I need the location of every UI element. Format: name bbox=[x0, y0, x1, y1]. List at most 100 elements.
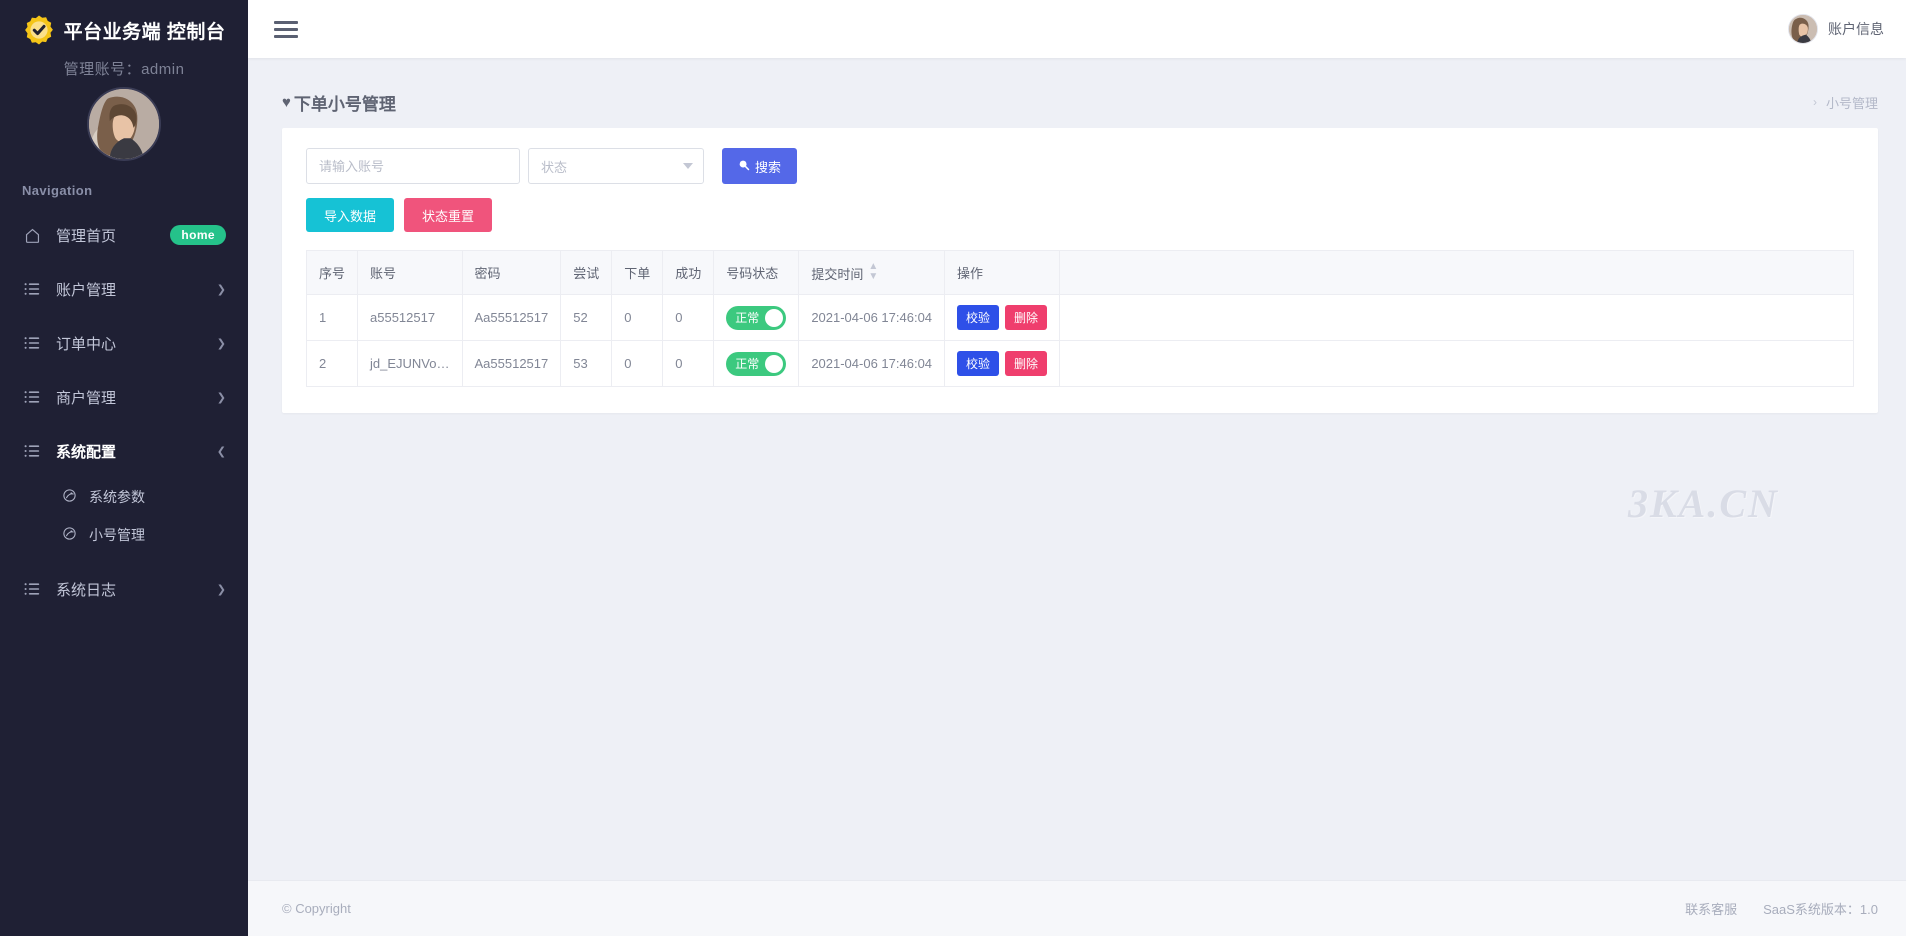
cell-submit-time: 2021-04-06 17:46:04 bbox=[798, 294, 946, 341]
status-select[interactable]: 状态 bbox=[528, 148, 704, 184]
heart-icon: ♥ bbox=[282, 93, 291, 111]
accounts-table: 序号 账号 密码 尝试 下单 成功 号码状态 提交时间 ▲ ▼ 操作 1 a55… bbox=[305, 250, 1854, 387]
chevron-right-icon: ❯ bbox=[216, 583, 226, 596]
breadcrumb-current: 小号管理 bbox=[1825, 95, 1878, 111]
app-root: 平台业务端 控制台 管理账号：admin Navigation 管理首页 hom… bbox=[0, 0, 1906, 936]
list-icon bbox=[24, 581, 42, 597]
topbar: 账户信息 bbox=[248, 0, 1906, 58]
sort-updown-icon[interactable]: ▲ ▼ bbox=[868, 262, 878, 282]
verify-button[interactable]: 校验 bbox=[957, 351, 1000, 376]
cell-success: 0 bbox=[662, 340, 715, 387]
sidebar-item-label: 账户管理 bbox=[56, 281, 117, 299]
table-header-row: 序号 账号 密码 尝试 下单 成功 号码状态 提交时间 ▲ ▼ 操作 bbox=[305, 250, 1854, 295]
watermark: 3KA.CN bbox=[1628, 481, 1779, 526]
sidebar-item-merchant-management[interactable]: 商户管理 ❯ bbox=[0, 370, 248, 424]
column-header-success: 成功 bbox=[662, 250, 715, 295]
row-action-group: 校验 删除 bbox=[957, 351, 1048, 376]
column-header-submit-time[interactable]: 提交时间 ▲ ▼ bbox=[798, 250, 946, 295]
column-header-number-status: 号码状态 bbox=[713, 250, 800, 295]
cell-spacer bbox=[1059, 294, 1854, 341]
gear-check-logo-icon bbox=[23, 14, 55, 46]
sidebar-item-label: 商户管理 bbox=[56, 389, 117, 407]
footer-version: SaaS系统版本：1.0 bbox=[1763, 902, 1878, 917]
toggle-knob bbox=[765, 308, 784, 327]
list-icon bbox=[24, 281, 42, 297]
avatar[interactable] bbox=[87, 87, 161, 161]
contact-support-link[interactable]: 联系客服 bbox=[1685, 899, 1737, 918]
chevron-right-icon: ❯ bbox=[216, 391, 226, 404]
sidebar-item-account-management[interactable]: 账户管理 ❯ bbox=[0, 262, 248, 316]
share-icon bbox=[62, 526, 79, 544]
sidebar-subitem-label: 系统参数 bbox=[89, 489, 145, 505]
row-action-group: 校验 删除 bbox=[957, 305, 1048, 330]
brand-title: 平台业务端 控制台 bbox=[63, 21, 226, 43]
cell-orders: 0 bbox=[611, 340, 664, 387]
sidebar-avatar-wrap bbox=[0, 85, 248, 175]
cell-number-status: 正常 bbox=[713, 340, 800, 387]
delete-button[interactable]: 删除 bbox=[1005, 305, 1048, 330]
chevron-right-icon: ❯ bbox=[216, 283, 226, 296]
hamburger-icon[interactable] bbox=[274, 17, 298, 42]
list-icon bbox=[24, 389, 42, 405]
footer-copyright: © Copyright bbox=[282, 901, 351, 916]
sidebar-item-order-center[interactable]: 订单中心 ❯ bbox=[0, 316, 248, 370]
import-data-button[interactable]: 导入数据 bbox=[306, 198, 395, 232]
table-head: 序号 账号 密码 尝试 下单 成功 号码状态 提交时间 ▲ ▼ 操作 bbox=[305, 250, 1854, 295]
cell-spacer bbox=[1059, 340, 1854, 387]
column-header-operation: 操作 bbox=[944, 250, 1061, 295]
cell-operation: 校验 删除 bbox=[944, 340, 1061, 387]
status-reset-button[interactable]: 状态重置 bbox=[404, 198, 493, 232]
breadcrumb: › 小号管理 bbox=[1813, 93, 1878, 112]
admin-account-line: 管理账号：admin bbox=[63, 61, 185, 78]
action-button-row: 导入数据 状态重置 bbox=[306, 198, 1854, 232]
sidebar-item-label: 系统配置 bbox=[56, 443, 117, 461]
account-info-label: 账户信息 bbox=[1828, 21, 1884, 37]
cell-submit-time: 2021-04-06 17:46:04 bbox=[798, 340, 946, 387]
sidebar-subitem-alt-account-management[interactable]: 小号管理 bbox=[0, 516, 248, 554]
cell-attempts: 52 bbox=[560, 294, 613, 341]
sidebar-item-home[interactable]: 管理首页 home bbox=[0, 208, 248, 262]
sidebar-item-label: 系统日志 bbox=[56, 581, 117, 599]
table-row[interactable]: 2 jd_EJUNVo… Aa55512517 53 0 0 正常 2021-0… bbox=[305, 340, 1854, 387]
page-title: ♥ 下单小号管理 bbox=[282, 90, 396, 115]
account-info-button[interactable]: 账户信息 bbox=[1788, 14, 1884, 44]
search-button[interactable]: 搜索 bbox=[722, 148, 798, 184]
footer-right: 联系客服 SaaS系统版本：1.0 bbox=[1685, 899, 1878, 918]
sidebar-item-system-config[interactable]: 系统配置 ❮ bbox=[0, 424, 248, 478]
chevron-right-icon: › bbox=[1812, 95, 1817, 109]
delete-button[interactable]: 删除 bbox=[1005, 351, 1048, 376]
search-button-label: 搜索 bbox=[755, 159, 782, 175]
brand[interactable]: 平台业务端 控制台 bbox=[0, 0, 248, 50]
status-toggle[interactable]: 正常 bbox=[726, 351, 787, 376]
avatar bbox=[1788, 14, 1818, 44]
column-header-password: 密码 bbox=[461, 250, 562, 295]
table-body: 1 a55512517 Aa55512517 52 0 0 正常 2021-04… bbox=[305, 294, 1854, 387]
list-icon bbox=[24, 443, 42, 459]
status-toggle[interactable]: 正常 bbox=[726, 305, 787, 330]
list-icon bbox=[24, 335, 42, 351]
content-card: 状态 搜索 导入数据 状态重置 bbox=[282, 128, 1878, 413]
page-title-text: 下单小号管理 bbox=[293, 94, 396, 114]
sidebar: 平台业务端 控制台 管理账号：admin Navigation 管理首页 hom… bbox=[0, 0, 248, 936]
nav-section-label: Navigation bbox=[22, 183, 93, 198]
search-account-input[interactable] bbox=[306, 148, 520, 184]
chevron-down-icon: ❮ bbox=[216, 445, 226, 458]
column-header-account: 账号 bbox=[357, 250, 463, 295]
sidebar-item-label: 管理首页 bbox=[56, 227, 117, 245]
cell-index: 1 bbox=[305, 294, 359, 341]
sidebar-item-label: 订单中心 bbox=[56, 335, 117, 353]
sidebar-subitem-system-params[interactable]: 系统参数 bbox=[0, 478, 248, 516]
cell-number-status: 正常 bbox=[713, 294, 800, 341]
cell-attempts: 53 bbox=[560, 340, 613, 387]
toggle-knob bbox=[765, 354, 784, 373]
column-header-orders: 下单 bbox=[611, 250, 664, 295]
share-icon bbox=[62, 488, 79, 506]
column-header-attempts: 尝试 bbox=[560, 250, 613, 295]
column-header-submit-time-label: 提交时间 bbox=[811, 267, 864, 282]
table-row[interactable]: 1 a55512517 Aa55512517 52 0 0 正常 2021-04… bbox=[305, 294, 1854, 341]
verify-button[interactable]: 校验 bbox=[957, 305, 1000, 330]
cell-operation: 校验 删除 bbox=[944, 294, 1061, 341]
status-select-value: 状态 bbox=[541, 159, 568, 175]
sidebar-item-system-log[interactable]: 系统日志 ❯ bbox=[0, 562, 248, 616]
cell-index: 2 bbox=[305, 340, 359, 387]
